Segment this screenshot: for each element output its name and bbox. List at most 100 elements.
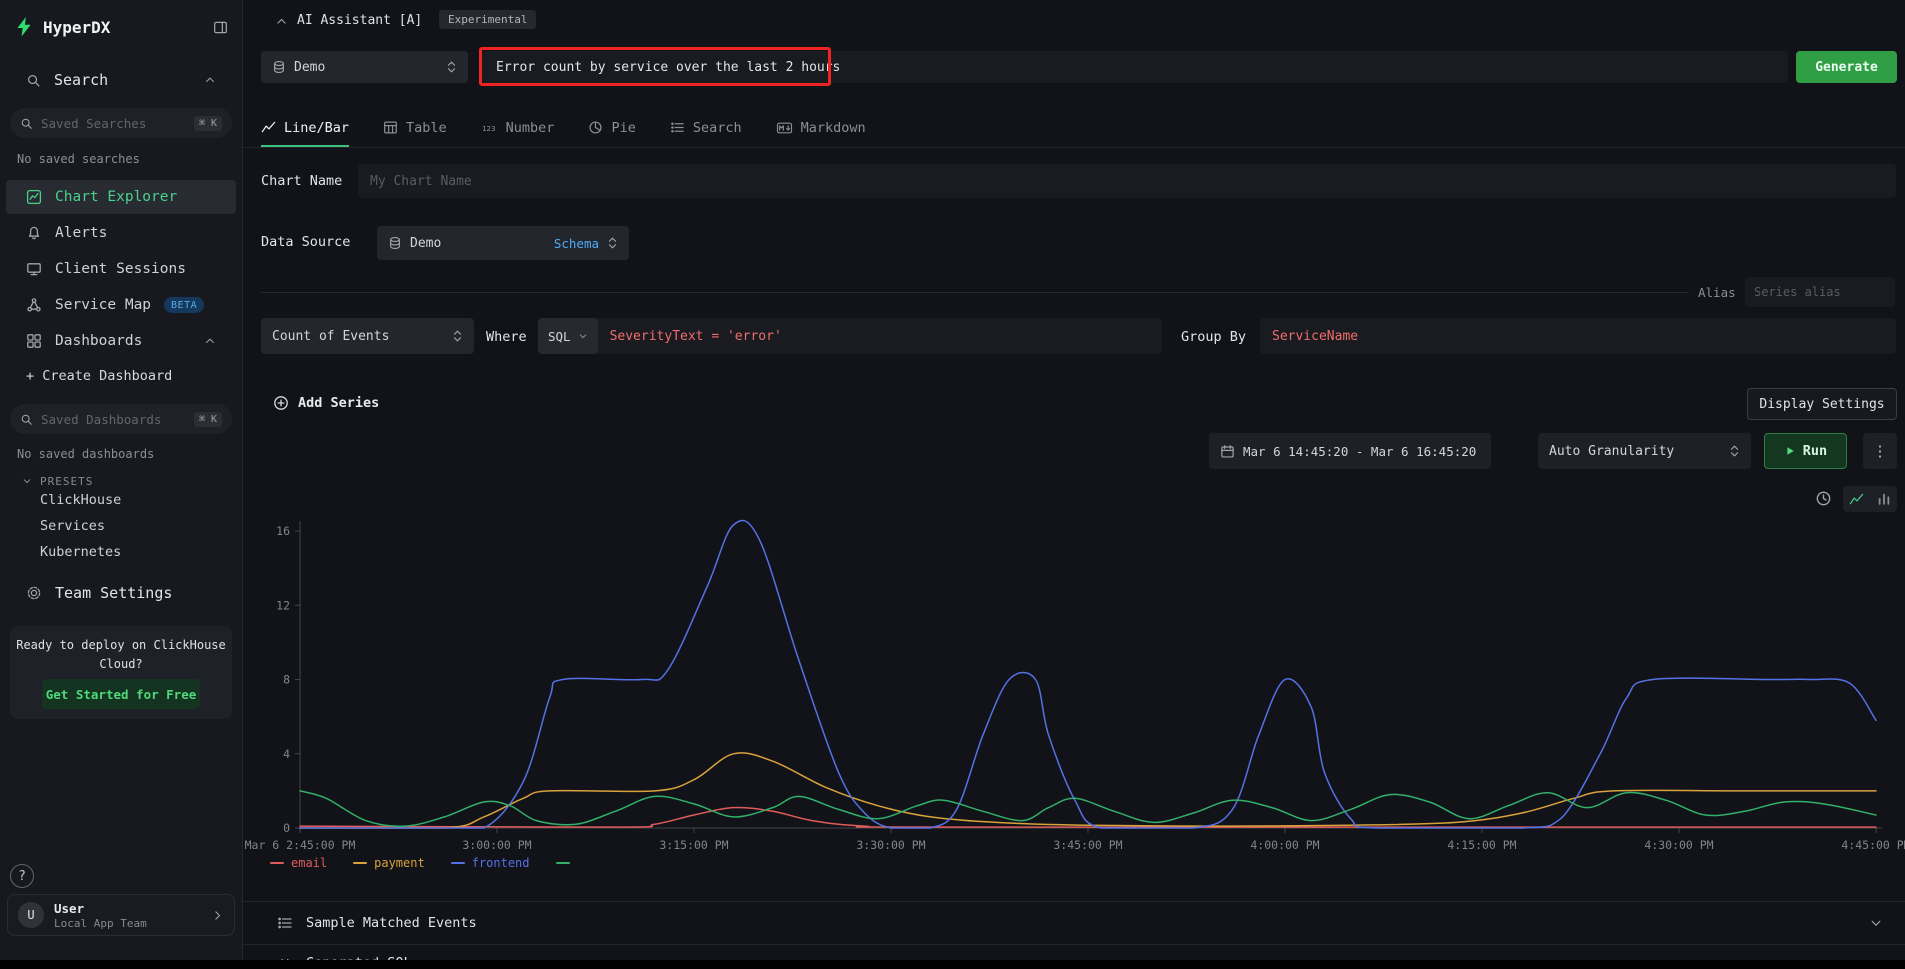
tab-number[interactable]: 123 Number xyxy=(481,110,555,147)
granularity-select[interactable]: Auto Granularity xyxy=(1538,433,1751,469)
bar-mode-button[interactable] xyxy=(1870,486,1897,512)
svg-text:0: 0 xyxy=(283,821,290,835)
time-range-picker[interactable]: Mar 6 14:45:20 - Mar 6 16:45:20 xyxy=(1209,433,1491,469)
chart-legend: email payment frontend xyxy=(270,856,577,870)
sql-mode-label: SQL xyxy=(548,329,571,344)
legend-item[interactable]: payment xyxy=(353,856,425,870)
saved-searches-search[interactable]: ⌘ K xyxy=(10,108,232,138)
add-series-button[interactable]: Add Series xyxy=(273,390,379,416)
chart-name-label: Chart Name xyxy=(261,173,342,189)
no-saved-searches-text: No saved searches xyxy=(17,152,140,166)
svg-text:12: 12 xyxy=(276,598,290,612)
group-by-field[interactable]: ServiceName xyxy=(1260,318,1896,354)
ai-prompt-input[interactable] xyxy=(494,60,1776,75)
sidebar-item-client-sessions[interactable]: Client Sessions xyxy=(6,252,236,286)
tab-pie[interactable]: Pie xyxy=(588,110,635,147)
sidebar-section-search[interactable]: Search xyxy=(0,67,242,93)
database-icon xyxy=(388,236,402,250)
monitor-icon xyxy=(26,261,42,277)
promo-text: Ready to deploy on ClickHouse Cloud? xyxy=(14,636,228,673)
alias-field xyxy=(1745,277,1895,307)
ai-assistant-collapse-icon[interactable] xyxy=(275,15,288,28)
tab-markdown[interactable]: Markdown xyxy=(776,110,866,147)
sidebar-item-alerts[interactable]: Alerts xyxy=(6,216,236,250)
clickhouse-cloud-promo: Ready to deploy on ClickHouse Cloud? Get… xyxy=(10,626,232,719)
table-icon xyxy=(383,120,398,135)
saved-dashboards-input[interactable] xyxy=(41,412,186,427)
markdown-icon xyxy=(776,121,793,135)
sidebar-item-chart-explorer[interactable]: Chart Explorer xyxy=(6,180,236,214)
line-chart[interactable]: 0481216Mar 6 2:45:00 PM3:00:00 PM3:15:00… xyxy=(243,515,1905,867)
chevron-down-icon[interactable] xyxy=(1869,916,1883,930)
help-button[interactable]: ? xyxy=(10,864,34,888)
user-menu[interactable]: U User Local App Team xyxy=(7,894,235,936)
chart-name-field xyxy=(358,164,1896,198)
svg-text:3:15:00 PM: 3:15:00 PM xyxy=(659,838,728,852)
chevron-up-icon[interactable] xyxy=(204,74,216,86)
series-email xyxy=(300,807,1876,827)
sidebar-item-label: Dashboards xyxy=(55,333,142,349)
user-name: User xyxy=(54,901,147,916)
list-icon xyxy=(670,120,685,135)
run-label: Run xyxy=(1803,443,1827,459)
sidebar-item-team-settings[interactable]: Team Settings xyxy=(0,578,242,608)
chart-mode-toggle xyxy=(1843,486,1897,512)
svg-text:3:30:00 PM: 3:30:00 PM xyxy=(856,838,925,852)
legend-item[interactable]: frontend xyxy=(451,856,530,870)
user-team: Local App Team xyxy=(54,917,147,930)
sample-matched-events-section[interactable]: Sample Matched Events xyxy=(243,901,1905,945)
database-icon xyxy=(272,60,286,74)
chevron-right-icon xyxy=(211,909,224,922)
legend-item[interactable]: email xyxy=(270,856,327,870)
create-dashboard-button[interactable]: + Create Dashboard xyxy=(26,368,172,384)
add-series-label: Add Series xyxy=(298,395,379,411)
tab-search[interactable]: Search xyxy=(670,110,742,147)
presets-header[interactable]: PRESETS xyxy=(0,473,242,489)
experimental-badge: Experimental xyxy=(439,10,536,29)
svg-text:4:30:00 PM: 4:30:00 PM xyxy=(1644,838,1713,852)
team-settings-label: Team Settings xyxy=(55,584,172,602)
get-started-button[interactable]: Get Started for Free xyxy=(42,679,200,709)
preset-item-services[interactable]: Services xyxy=(40,518,105,534)
chevron-down-icon xyxy=(578,331,588,341)
preset-item-kubernetes[interactable]: Kubernetes xyxy=(40,544,121,560)
schema-link[interactable]: Schema xyxy=(554,236,599,251)
history-clock-icon[interactable] xyxy=(1815,490,1832,507)
data-source-select[interactable]: Demo Schema xyxy=(377,226,629,260)
sidebar-item-dashboards[interactable]: Dashboards xyxy=(6,324,236,358)
where-expression[interactable]: SeverityText = 'error' xyxy=(598,329,782,344)
saved-dashboards-search[interactable]: ⌘ K xyxy=(10,404,232,434)
saved-dashboards-kbd: ⌘ K xyxy=(194,412,222,427)
saved-searches-input[interactable] xyxy=(41,116,186,131)
svg-text:8: 8 xyxy=(283,673,290,687)
generate-button[interactable]: Generate xyxy=(1796,51,1897,83)
calendar-icon xyxy=(1220,444,1235,459)
svg-text:3:45:00 PM: 3:45:00 PM xyxy=(1053,838,1122,852)
chevron-up-icon[interactable] xyxy=(204,335,216,347)
where-label: Where xyxy=(486,329,527,345)
sql-mode-toggle[interactable]: SQL xyxy=(538,318,598,354)
ai-source-select[interactable]: Demo xyxy=(261,51,468,83)
preset-item-clickhouse[interactable]: ClickHouse xyxy=(40,492,121,508)
alias-input[interactable] xyxy=(1754,285,1886,299)
time-range-value: Mar 6 14:45:20 - Mar 6 16:45:20 xyxy=(1243,444,1476,459)
series-divider xyxy=(261,292,1689,293)
line-mode-button[interactable] xyxy=(1843,486,1870,512)
series-unnamed xyxy=(300,791,1876,826)
legend-swatch xyxy=(451,862,465,864)
legend-item[interactable] xyxy=(556,862,577,864)
aggregation-select[interactable]: Count of Events xyxy=(261,318,474,354)
more-options-button[interactable]: ⋮ xyxy=(1863,433,1897,469)
tab-table[interactable]: Table xyxy=(383,110,447,147)
chart-name-input[interactable] xyxy=(370,174,1884,189)
where-field[interactable]: SQL SeverityText = 'error' xyxy=(538,318,1162,354)
run-button[interactable]: Run xyxy=(1764,433,1847,469)
collapse-sidebar-icon[interactable] xyxy=(213,20,228,35)
tab-line-bar[interactable]: Line/Bar xyxy=(261,110,349,147)
sidebar-item-service-map[interactable]: Service Map BETA xyxy=(6,288,236,322)
chevron-down-icon xyxy=(22,476,32,486)
svg-text:4: 4 xyxy=(283,747,290,761)
saved-searches-kbd: ⌘ K xyxy=(194,116,222,131)
display-settings-button[interactable]: Display Settings xyxy=(1747,388,1897,420)
bell-icon xyxy=(26,225,42,241)
